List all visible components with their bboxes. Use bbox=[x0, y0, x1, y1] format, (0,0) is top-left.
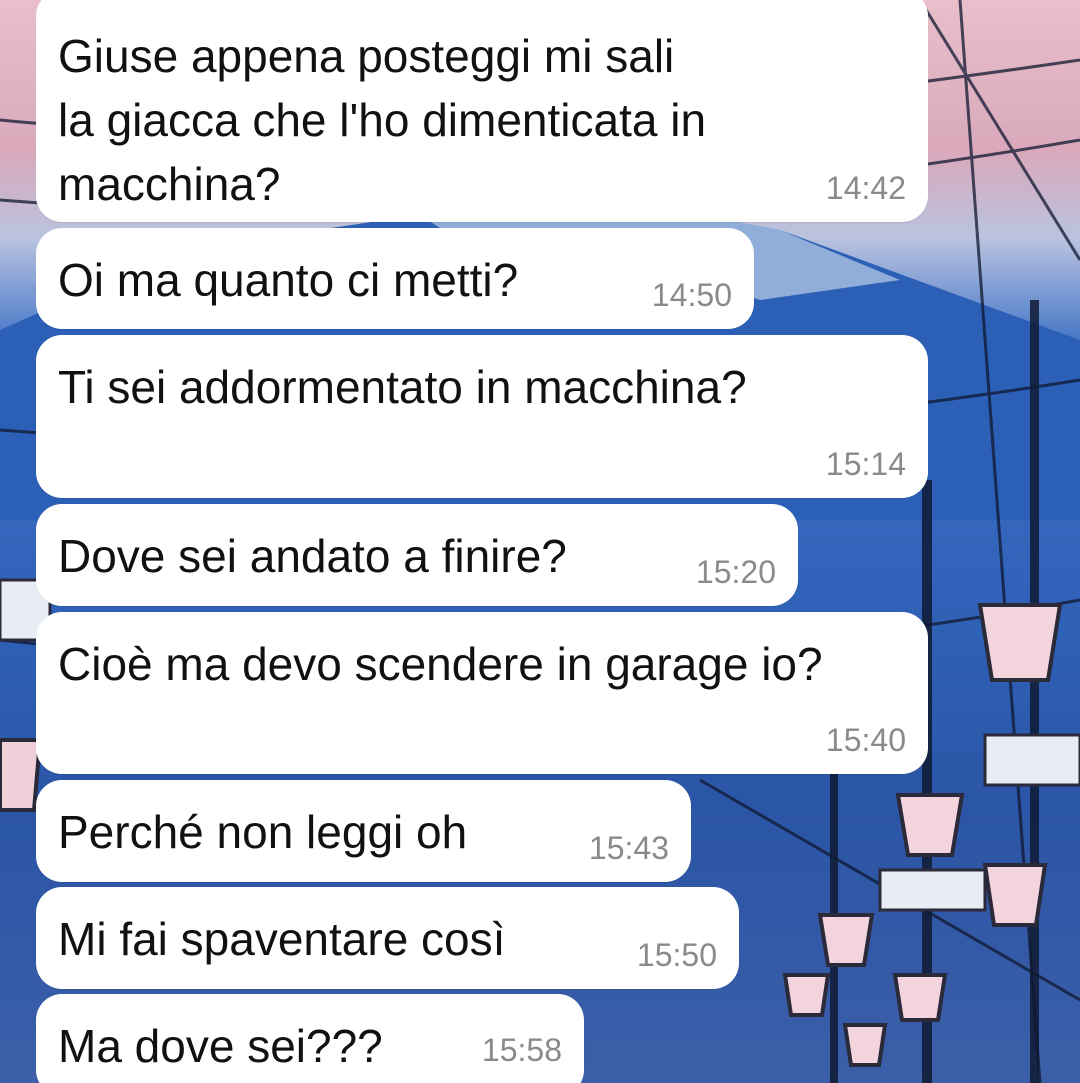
message-timestamp: 15:14 bbox=[825, 446, 906, 482]
message-bubble[interactable]: Dove sei andato a finire? 15:20 bbox=[36, 504, 798, 606]
message-timestamp: 14:50 bbox=[651, 277, 732, 313]
message-text: Oi ma quanto ci metti? bbox=[58, 254, 519, 306]
message-list[interactable]: Giuse appena posteggi mi sali la giacca … bbox=[0, 0, 1080, 1083]
message-text: Giuse appena posteggi mi sali la giacca … bbox=[58, 30, 707, 210]
message-timestamp: 14:42 bbox=[825, 170, 906, 206]
message-timestamp: 15:58 bbox=[481, 1032, 562, 1068]
message-bubble[interactable]: Mi fai spaventare così 15:50 bbox=[36, 887, 739, 989]
message-timestamp: 15:40 bbox=[825, 722, 906, 758]
message-bubble[interactable]: Oi ma quanto ci metti? 14:50 bbox=[36, 228, 754, 329]
message-text: Mi fai spaventare così bbox=[58, 913, 506, 965]
message-timestamp: 15:43 bbox=[588, 830, 669, 866]
message-text: Ma dove sei??? bbox=[58, 1020, 383, 1072]
message-timestamp: 15:20 bbox=[695, 554, 776, 590]
message-timestamp: 15:50 bbox=[636, 937, 717, 973]
message-bubble[interactable]: Giuse appena posteggi mi sali la giacca … bbox=[36, 0, 928, 222]
message-bubble[interactable]: Ti sei addormentato in macchina? 15:14 bbox=[36, 335, 928, 498]
message-text: Dove sei andato a finire? bbox=[58, 530, 567, 582]
message-text: Perché non leggi oh bbox=[58, 806, 468, 858]
message-text: Ti sei addormentato in macchina? bbox=[58, 361, 747, 413]
message-text: Cioè ma devo scendere in garage io? bbox=[58, 638, 823, 690]
chat-screen: Giuse appena posteggi mi sali la giacca … bbox=[0, 0, 1080, 1083]
message-bubble[interactable]: Perché non leggi oh 15:43 bbox=[36, 780, 691, 882]
message-bubble[interactable]: Ma dove sei??? 15:58 bbox=[36, 994, 584, 1083]
message-bubble[interactable]: Cioè ma devo scendere in garage io? 15:4… bbox=[36, 612, 928, 774]
